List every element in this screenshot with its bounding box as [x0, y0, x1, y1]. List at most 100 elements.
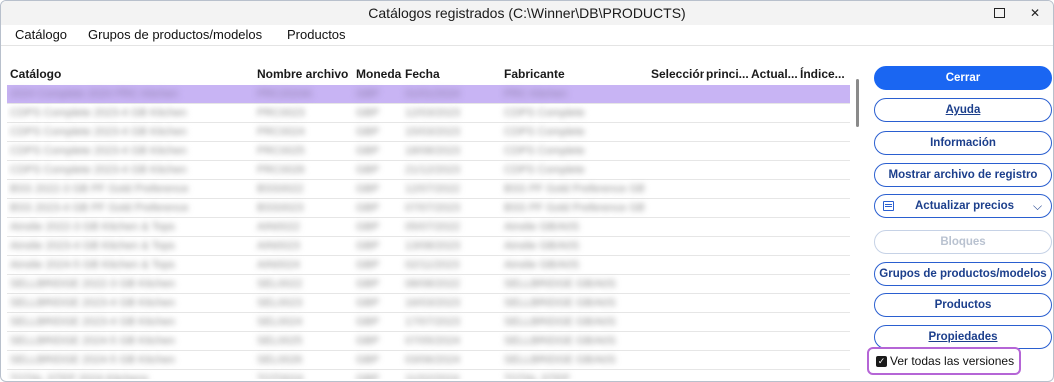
table-row[interactable]: CDPS Complete 2023-4 GB Kitchen PRC0024 GB…: [7, 123, 850, 142]
table-cell: 03/06/2024: [405, 354, 461, 366]
column-header-nombre-archivo[interactable]: Nombre archivo: [257, 67, 352, 81]
table-cell: CDPS Complete 2023-4 GB Kitchen: [10, 107, 187, 119]
window-title: Catálogos registrados (C:\Winner\DB\PROD…: [368, 5, 686, 21]
table-cell: GBP: [356, 316, 380, 328]
table-cell: SELLBRIDGE 2023-4 GB Kitchen: [10, 297, 176, 309]
table-cell: 07/05/2024: [405, 335, 461, 347]
table-row[interactable]: SELLBRIDGE 2023-4 GB Kitchen SEL0023 GBP 16…: [7, 294, 850, 313]
table-cell: GBP: [356, 202, 380, 214]
table-row[interactable]: Ainslie 2022-3 GB Kitchen & Tops AIN0022 G…: [7, 218, 850, 237]
table-cell: 12/07/2022: [405, 183, 461, 195]
column-header-moneda[interactable]: Moneda: [356, 67, 402, 81]
table-cell: BSS 2022-3 GB PF Gold Preference: [10, 183, 189, 195]
table-cell: CDPS Complete 2023-4 GB Kitchen: [10, 145, 187, 157]
catalogs-window: Catálogos registrados (C:\Winner\DB\PROD…: [0, 0, 1054, 382]
table-cell: TOTAL STEP 2024 Kitchens: [10, 373, 149, 379]
table-cell: GBP: [356, 335, 380, 347]
table-row[interactable]: SELLBRIDGE 2024-5 GB Kitchen SEL0026 GBP 03…: [7, 351, 850, 370]
chevron-down-icon[interactable]: ⌵: [1033, 195, 1042, 217]
table-cell: AIN0023: [257, 240, 300, 252]
table-cell: Ainslie 2024-5 GB Kitchen & Tops: [10, 259, 175, 271]
column-header-seleccion[interactable]: Selección: [651, 67, 704, 81]
table-cell: PRC0024: [257, 126, 305, 138]
table-cell: Ainslie 2022-3 GB Kitchen & Tops: [10, 221, 175, 233]
vertical-scrollbar[interactable]: [851, 61, 865, 379]
bloques-button[interactable]: Bloques: [874, 230, 1052, 254]
calendar-grid-icon: [883, 201, 894, 211]
table-cell: GBP: [356, 145, 380, 157]
table-row[interactable]: BSS 2022-3 GB PF Gold Preference BSS0022 G…: [7, 180, 850, 199]
table-cell: SEL0024: [257, 316, 303, 328]
table-cell: GBP: [356, 126, 380, 138]
table-cell: AIN0022: [257, 221, 300, 233]
menu-bar: Catálogo Grupos de productos/modelos Pro…: [1, 25, 1053, 46]
table-cell: SEL0025: [257, 335, 303, 347]
title-bar: Catálogos registrados (C:\Winner\DB\PROD…: [1, 1, 1053, 25]
column-header-catalogo[interactable]: Catálogo: [10, 67, 250, 81]
table-cell: PRC2024A: [257, 88, 313, 100]
table-row[interactable]: BSS 2023-4 GB PF Gold Preference BSS0023 G…: [7, 199, 850, 218]
table-cell: CDPS Complete: [504, 164, 585, 176]
table-cell: Ainslie GB/A0S: [504, 221, 580, 233]
table-cell: SELLBRIDGE GB/A0S: [504, 278, 616, 290]
table-cell: BSS PF Gold Preference GB: [504, 202, 644, 214]
column-header-fecha[interactable]: Fecha: [405, 67, 495, 81]
table-row[interactable]: SELLBRIDGE 2022-3 GB Kitchen SEL0022 GBP 08…: [7, 275, 850, 294]
menu-catalogo[interactable]: Catálogo: [15, 27, 67, 42]
table-cell: 05/07/2022: [405, 221, 461, 233]
maximize-button[interactable]: [979, 1, 1019, 25]
table-cell: PRC0025: [257, 145, 305, 157]
table-cell: TOTAL STEP: [504, 373, 570, 379]
table-cell: TOT0024: [257, 373, 304, 379]
productos-button[interactable]: Productos: [874, 293, 1052, 317]
table-cell: SEL0023: [257, 297, 303, 309]
column-header-principal[interactable]: princi...: [706, 67, 748, 81]
table-cell: 15/03/2023: [405, 126, 461, 138]
catalog-table[interactable]: Catálogo Nombre archivo Moneda Fecha Fab…: [7, 61, 850, 379]
informacion-button[interactable]: Información: [874, 131, 1052, 155]
table-cell: GBP: [356, 373, 380, 379]
table-cell: 17/07/2023: [405, 316, 461, 328]
ayuda-button[interactable]: Ayuda: [874, 98, 1052, 122]
table-cell: GBP: [356, 240, 380, 252]
table-cell: SELLBRIDGE 2024-5 GB Kitchen: [10, 335, 176, 347]
actualizar-precios-button[interactable]: Actualizar precios ⌵: [874, 194, 1052, 218]
column-header-indice[interactable]: Índice...: [800, 67, 848, 81]
grupos-productos-modelos-button[interactable]: Grupos de productos/modelos: [874, 262, 1052, 286]
table-row[interactable]: SELLBRIDGE 2023-4 GB Kitchen SEL0024 GBP 17…: [7, 313, 850, 332]
actualizar-precios-label: Actualizar precios: [915, 200, 1015, 212]
cerrar-button[interactable]: Cerrar: [874, 66, 1052, 90]
table-cell: 2024 Complete 2024 PRC Kitchen: [10, 88, 179, 100]
table-cell: SELLBRIDGE GB/A0S: [504, 297, 616, 309]
column-header-actual[interactable]: Actual...: [751, 67, 799, 81]
table-row[interactable]: CDPS Complete 2023-4 GB Kitchen PRC0025 GB…: [7, 142, 850, 161]
table-row[interactable]: Ainslie 2024-5 GB Kitchen & Tops AIN0024 G…: [7, 256, 850, 275]
column-header-fabricante[interactable]: Fabricante: [504, 67, 644, 81]
ver-todas-versiones-label[interactable]: Ver todas las versiones: [890, 354, 1014, 368]
table-cell: GBP: [356, 259, 380, 271]
table-cell: GBP: [356, 164, 380, 176]
propiedades-button[interactable]: Propiedades: [874, 325, 1052, 349]
table-row[interactable]: TOTAL STEP 2024 Kitchens TOT0024 GBP 11/02/…: [7, 370, 850, 379]
table-cell: BSS 2023-4 GB PF Gold Preference: [10, 202, 189, 214]
table-row[interactable]: CDPS Complete 2023-4 GB Kitchen PRC0023 GB…: [7, 104, 850, 123]
close-window-button[interactable]: ✕: [1015, 1, 1053, 25]
ver-todas-versiones-frame: ✓ Ver todas las versiones: [867, 347, 1021, 375]
checkbox-checked-icon[interactable]: ✓: [876, 356, 887, 367]
table-row[interactable]: SELLBRIDGE 2024-5 GB Kitchen SEL0025 GBP 07…: [7, 332, 850, 351]
menu-grupos[interactable]: Grupos de productos/modelos: [88, 27, 262, 42]
table-cell: 11/02/2024: [405, 373, 460, 379]
table-cell: GBP: [356, 221, 380, 233]
mostrar-archivo-registro-button[interactable]: Mostrar archivo de registro: [874, 163, 1052, 187]
table-cell: GBP: [356, 278, 380, 290]
table-cell: CDPS Complete: [504, 145, 585, 157]
table-cell: 07/07/2023: [405, 202, 461, 214]
table-row[interactable]: Ainslie 2023-4 GB Kitchen & Tops AIN0023 G…: [7, 237, 850, 256]
table-cell: PRC Kitchen: [504, 88, 567, 100]
table-row[interactable]: 2024 Complete 2024 PRC Kitchen PRC2024A GB…: [7, 85, 850, 104]
table-cell: CDPS Complete: [504, 107, 585, 119]
table-row[interactable]: CDPS Complete 2023-4 GB Kitchen PRC0026 GB…: [7, 161, 850, 180]
menu-productos[interactable]: Productos: [287, 27, 346, 42]
table-cell: Ainslie GB/A0S: [504, 259, 580, 271]
scrollbar-thumb[interactable]: [856, 79, 859, 127]
